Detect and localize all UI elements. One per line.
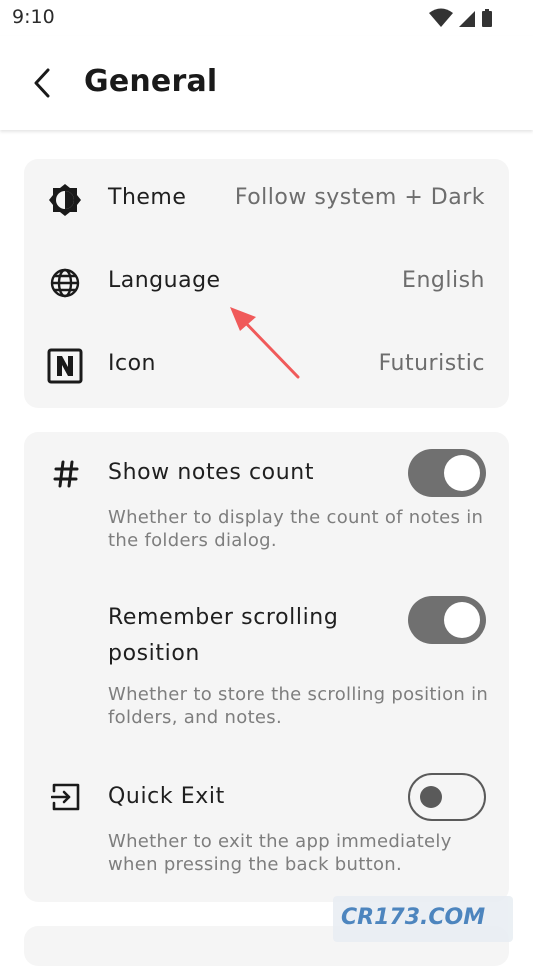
quick-exit-setting: Quick Exit Whether to exit the app immed…	[24, 773, 509, 886]
annotation-arrow-icon	[230, 307, 300, 379]
remember-scrolling-label: Remember scrolling position	[108, 605, 339, 666]
exit-icon	[48, 779, 84, 815]
theme-icon	[46, 181, 84, 219]
globe-icon	[46, 264, 84, 302]
status-time: 9:10	[12, 6, 55, 28]
quick-exit-description: Whether to exit the app immediately when…	[108, 831, 452, 875]
toggle-knob	[444, 455, 480, 491]
wifi-icon	[429, 8, 453, 27]
toggle-knob	[420, 786, 442, 808]
toggle-knob	[444, 602, 480, 638]
language-value: English	[402, 268, 485, 293]
page-title: General	[84, 64, 218, 99]
language-row[interactable]: Language English	[24, 252, 509, 312]
remember-scrolling-toggle[interactable]	[408, 596, 486, 644]
watermark-logo: CR173.COM	[333, 896, 513, 942]
remember-scrolling-setting: Remember scrolling position Whether to s…	[24, 596, 509, 738]
remember-scrolling-description: Whether to store the scrolling position …	[108, 684, 489, 728]
theme-label: Theme	[108, 185, 187, 210]
hash-icon	[48, 456, 84, 492]
theme-row[interactable]: Theme Follow system + Dark	[24, 169, 509, 229]
battery-icon	[482, 9, 492, 27]
quick-exit-label: Quick Exit	[108, 784, 225, 809]
show-notes-count-setting: Show notes count Whether to display the …	[24, 449, 509, 562]
icon-value: Futuristic	[378, 351, 485, 376]
status-bar: 9:10	[0, 0, 533, 36]
icon-label: Icon	[108, 351, 156, 376]
language-label: Language	[108, 268, 221, 293]
signal-icon	[459, 11, 475, 27]
theme-value: Follow system + Dark	[234, 185, 485, 210]
show-notes-count-toggle[interactable]	[408, 449, 486, 497]
show-notes-count-label: Show notes count	[108, 460, 315, 485]
watermark-text: CR173.COM	[341, 905, 486, 930]
back-arrow-icon	[34, 68, 50, 98]
app-icon-n	[46, 347, 84, 385]
notes-settings-card: Show notes count Whether to display the …	[24, 432, 509, 902]
status-icons	[429, 7, 493, 29]
back-button[interactable]	[26, 66, 58, 100]
show-notes-count-description: Whether to display the count of notes in…	[108, 507, 484, 551]
app-bar: General	[0, 36, 533, 130]
quick-exit-toggle[interactable]	[408, 773, 486, 821]
